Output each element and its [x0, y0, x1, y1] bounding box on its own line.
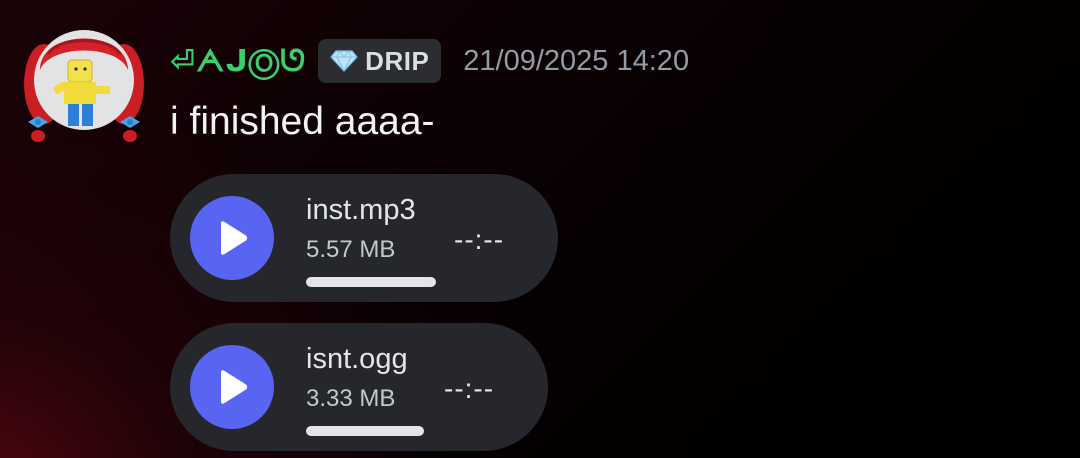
- play-icon: [221, 221, 248, 255]
- play-button[interactable]: [190, 345, 274, 429]
- audio-attachment: inst.mp3 5.57 MB --:--: [170, 174, 558, 302]
- attachment-filename[interactable]: isnt.ogg: [306, 343, 408, 376]
- message-text: i finished aaaa-: [170, 100, 435, 143]
- timestamp: 21/09/2025 14:20: [463, 44, 690, 77]
- attachment-duration: --:--: [454, 224, 505, 255]
- avatar-image: [24, 30, 144, 142]
- play-button[interactable]: [190, 196, 274, 280]
- diamond-icon: [330, 49, 358, 73]
- playback-progress-bar[interactable]: [306, 277, 436, 287]
- audio-attachment: isnt.ogg 3.33 MB --:--: [170, 323, 548, 451]
- chat-message: ⏎ᗅᒍⓄᘎ DRIP 21/09/2025 14:20 i finished a…: [0, 0, 1080, 458]
- username[interactable]: ⏎ᗅᒍⓄᘎ: [170, 44, 306, 79]
- attachment-filename[interactable]: inst.mp3: [306, 194, 416, 227]
- attachment-size: 3.33 MB: [306, 385, 396, 412]
- message-header: ⏎ᗅᒍⓄᘎ DRIP 21/09/2025 14:20: [170, 36, 689, 86]
- attachment-duration: --:--: [444, 373, 495, 404]
- attachment-size: 5.57 MB: [306, 236, 396, 263]
- play-icon: [221, 370, 248, 404]
- server-tag[interactable]: DRIP: [318, 39, 442, 83]
- server-tag-label: DRIP: [365, 45, 430, 76]
- playback-progress-bar[interactable]: [306, 426, 424, 436]
- avatar[interactable]: [18, 14, 150, 146]
